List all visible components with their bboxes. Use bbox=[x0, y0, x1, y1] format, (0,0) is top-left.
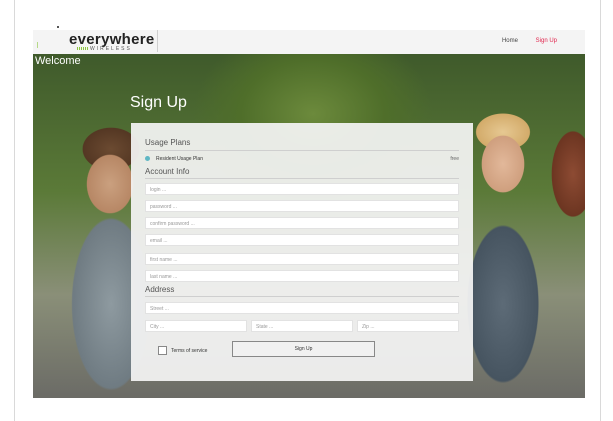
address-heading: Address bbox=[145, 285, 175, 294]
logo-mark bbox=[37, 42, 38, 48]
nav-home[interactable]: Home bbox=[502, 38, 518, 44]
street-input[interactable]: Street ... bbox=[145, 302, 459, 314]
state-input[interactable]: State ... bbox=[251, 320, 353, 332]
top-nav: Home Sign Up bbox=[486, 38, 557, 44]
first-name-input[interactable]: first name ... bbox=[145, 253, 459, 265]
email-input[interactable]: email ... bbox=[145, 234, 459, 246]
header-divider bbox=[157, 30, 158, 52]
divider bbox=[145, 296, 459, 297]
signup-form: Usage Plans Resident Usage Plan free Acc… bbox=[131, 123, 473, 381]
plan-name: Resident Usage Plan bbox=[156, 156, 203, 162]
radio-selected-icon[interactable] bbox=[145, 156, 150, 161]
brand-subtitle: WIRELESS bbox=[90, 46, 132, 52]
account-info-heading: Account Info bbox=[145, 167, 190, 176]
welcome-text: Welcome bbox=[35, 55, 81, 67]
login-input[interactable]: login ... bbox=[145, 183, 459, 195]
site-header: everywhere WIRELESS Home Sign Up bbox=[33, 26, 585, 54]
city-input[interactable]: City ... bbox=[145, 320, 247, 332]
zip-input[interactable]: Zip ... bbox=[357, 320, 459, 332]
logo-tick bbox=[57, 26, 59, 28]
terms-label[interactable]: Terms of service bbox=[171, 348, 207, 354]
confirm-password-input[interactable]: confirm password ... bbox=[145, 217, 459, 229]
page-title: Sign Up bbox=[130, 94, 187, 111]
terms-checkbox[interactable] bbox=[158, 346, 167, 355]
divider bbox=[145, 178, 459, 179]
last-name-input[interactable]: last name ... bbox=[145, 270, 459, 282]
divider bbox=[145, 150, 459, 151]
usage-plans-heading: Usage Plans bbox=[145, 138, 191, 147]
hero-background: Welcome Sign Up Usage Plans Resident Usa… bbox=[33, 54, 585, 398]
password-input[interactable]: password ... bbox=[145, 200, 459, 212]
signup-submit-button[interactable]: Sign Up bbox=[232, 341, 375, 357]
nav-signup[interactable]: Sign Up bbox=[536, 38, 557, 44]
plan-price: free bbox=[450, 156, 459, 162]
plan-option-resident[interactable]: Resident Usage Plan free bbox=[145, 155, 459, 165]
logo-bars-icon bbox=[77, 47, 89, 50]
